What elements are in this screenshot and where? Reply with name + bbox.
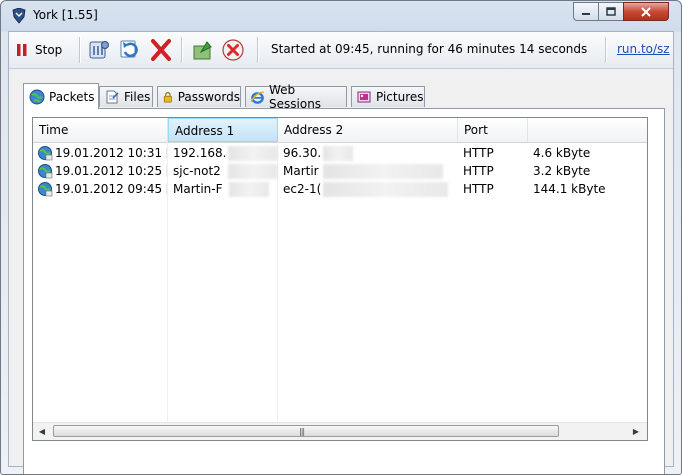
tab-files[interactable]: Files [99,86,153,107]
scroll-right-icon[interactable]: ▶ [631,426,641,437]
column-header-time[interactable]: Time [33,118,168,142]
tab-passwords[interactable]: Passwords [157,86,241,107]
column-header-address-2[interactable]: Address 2 [278,118,458,142]
scroll-left-icon[interactable]: ◀ [37,426,47,437]
settings-button[interactable] [87,38,111,62]
toolbar-separator [605,37,607,63]
lock-icon [163,92,172,103]
redacted-blur [323,182,448,197]
maximize-icon [606,7,616,16]
cell-size: 144.1 kByte [533,182,606,196]
maximize-button[interactable] [598,2,624,21]
toolbar-separator [181,37,183,63]
file-icon [106,90,119,104]
close-button[interactable] [623,2,669,21]
cell-port: HTTP [463,182,494,196]
redacted-blur [323,164,443,179]
cell-address-1: sjc-not2 [173,164,221,178]
table-header: Time Address 1 Address 2 Port [33,118,647,143]
cell-address-2: Martir [283,164,319,178]
globe-icon [38,164,53,179]
picture-icon [357,91,371,103]
cell-address-1: Martin-F [173,182,223,196]
refresh-button[interactable] [117,38,143,62]
tab-label: Passwords [177,90,240,104]
status-text: Started at 09:45, running for 46 minutes… [271,42,588,56]
homepage-link[interactable]: run.to/sz [617,42,670,56]
column-header-address-1[interactable]: Address 1 [168,118,278,142]
packets-table[interactable]: Time Address 1 Address 2 Port 19.01.2012… [32,117,648,441]
tab-label: Packets [49,89,95,104]
title-bar[interactable]: York [1.55] [1,1,681,31]
export-icon [193,41,212,60]
table-row[interactable]: 19.01.2012 09:45 [0... Martin-F ec2-1( H… [33,180,647,198]
horizontal-scrollbar[interactable]: ◀ ||| ▶ [33,422,647,440]
cell-size: 3.2 kByte [533,164,591,178]
grip-icon: ||| [299,427,305,436]
globe-icon [29,89,45,104]
table-row[interactable]: 19.01.2012 10:31 [0... 192.168. 96.30. H… [33,144,647,162]
pause-icon [17,44,27,56]
cell-time: 19.01.2012 09:45 [0... [55,182,167,196]
tab-label: Pictures [376,90,424,104]
minimize-button[interactable] [573,2,599,21]
tab-packets[interactable]: Packets [23,83,99,109]
redacted-blur [228,164,278,179]
scrollbar-thumb[interactable]: ||| [53,425,559,437]
cell-size: 4.6 kByte [533,146,591,160]
toolbar-separator [79,37,81,63]
cell-time: 19.01.2012 10:31 [0... [55,146,167,160]
ie-icon [250,91,265,104]
cell-address-2: 96.30. [283,146,322,160]
settings-icon [89,41,109,59]
app-window: York [1.55] Stop Started at 09:45, runni… [0,0,682,475]
delete-button[interactable] [149,38,173,62]
cell-address-2: ec2-1( [283,182,322,196]
column-header-port[interactable]: Port [458,118,528,142]
table-row[interactable]: 19.01.2012 10:25 [0... sjc-not2 Martir H… [33,162,647,180]
redacted-blur [323,146,353,161]
cell-port: HTTP [463,146,494,160]
stop-button-label: Stop [35,43,63,57]
refresh-icon [120,40,138,58]
cell-port: HTTP [463,164,494,178]
redacted-blur [229,182,269,197]
tab-web-sessions[interactable]: Web Sessions [245,83,347,111]
toolbar: Stop Started at 09:45, running for 46 mi… [9,32,673,69]
stop-button[interactable]: Stop [15,38,73,62]
toolbar-separator [257,37,259,63]
tab-label: Web Sessions [269,83,322,111]
window-title: York [1.55] [33,8,98,22]
minimize-icon [582,12,590,15]
column-header-size[interactable] [528,118,647,142]
cancel-icon [222,39,244,61]
cell-address-1: 192.168. [173,146,227,160]
tab-label: Files [124,90,151,104]
app-logo-icon [12,8,26,24]
delete-icon [151,39,171,61]
export-button[interactable] [191,38,215,62]
close-icon [641,6,651,17]
globe-icon [38,182,53,197]
cancel-button[interactable] [221,38,245,62]
cell-time: 19.01.2012 10:25 [0... [55,164,167,178]
globe-icon [38,146,53,161]
tab-pictures[interactable]: Pictures [351,86,425,107]
redacted-blur [228,146,278,161]
